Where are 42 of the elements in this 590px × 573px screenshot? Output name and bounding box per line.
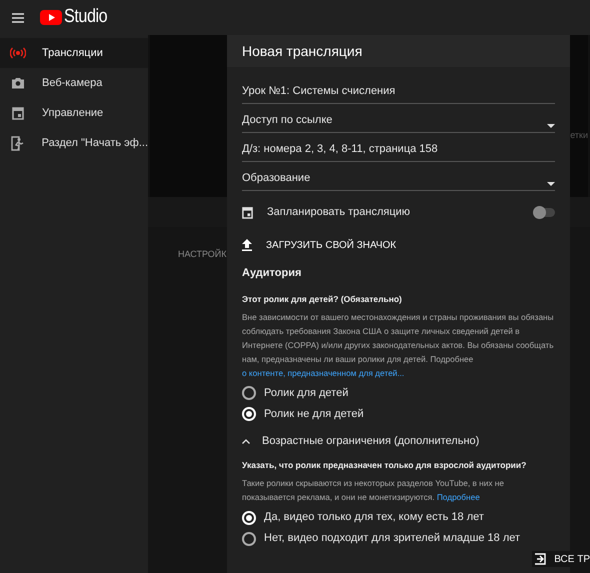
schedule-label: Запланировать трансляцию: [267, 204, 412, 220]
input-field[interactable]: Д/з: номера 2, 3, 4, 8-11, страница 158: [242, 133, 555, 162]
radio-label[interactable]: Ролик для детей: [264, 384, 348, 401]
radio-label[interactable]: Нет, видео подходит для зрителей младше 18 лет: [264, 530, 520, 547]
sidebar-item[interactable]: Веб-камера: [0, 68, 148, 98]
upload-thumbnail-button[interactable]: ЗАГРУЗИТЬ СВОЙ ЗНАЧОК: [242, 229, 555, 261]
logo-text: Studio: [64, 5, 108, 30]
chevron-up-icon: [242, 438, 250, 444]
learn-more-link[interactable]: о контенте, предназначенном для детей...: [242, 368, 404, 378]
dialog-title: Новая трансляция: [242, 42, 362, 61]
age-restriction-toggle[interactable]: Возрастные ограничения (дополнительно): [242, 430, 555, 452]
input-field[interactable]: Урок №1: Системы счисления: [242, 75, 555, 104]
dropdown-arrow-icon: [547, 124, 555, 128]
radio-label[interactable]: Да, видео только для тех, кому есть 18 лет: [264, 509, 484, 526]
sidebar-item[interactable]: Управление: [0, 98, 148, 128]
toggle-switch[interactable]: [533, 208, 555, 216]
calendar-icon: [242, 206, 253, 218]
question-text: Этот ролик для детей? (Обязательно): [242, 292, 403, 306]
tab-label[interactable]: НАСТРОЙК: [178, 249, 227, 259]
side-label: етки: [570, 129, 588, 142]
exit-arrow-icon: [534, 553, 546, 565]
play-logo-icon: [40, 10, 62, 25]
info-paragraph: Такие ролики скрываются из некоторых разделов YouTube, в них не показывается реклама, и они не монетизируются. Подробнее: [242, 477, 506, 504]
dropdown[interactable]: Образование: [242, 162, 555, 191]
broadcast-icon: [10, 47, 26, 59]
upload-icon: [242, 239, 252, 251]
question-text: Указать, что ролик предназначен только для взрослой аудитории?: [242, 459, 528, 472]
section-title: Аудитория: [242, 266, 302, 281]
learn-more-link[interactable]: Подробнее: [436, 492, 480, 502]
radio-label[interactable]: Ролик не для детей: [264, 406, 364, 422]
sidebar-item[interactable]: Трансляции: [0, 38, 148, 68]
radio-button[interactable]: [242, 386, 256, 400]
info-paragraph: Вне зависимости от вашего местонахождения и страны проживания вы обязаны соблюдать требования Закона США о защите личных сведений детей в Интернете (COPPA) и/или других законодательных актов. Вы обязаны сообщать нам, предназначены ли ваши ролики для детей. Подробнее о контенте, предназначенном для детей...: [242, 311, 555, 380]
sidebar-item[interactable]: Раздел "Начать эф...: [0, 128, 148, 158]
all-streams-button[interactable]: ВСЕ ТР: [532, 551, 590, 567]
dropdown[interactable]: Доступ по ссылке: [242, 104, 555, 133]
calendar-icon: [12, 106, 24, 120]
dropdown-arrow-icon: [547, 182, 555, 186]
camera-icon: [11, 77, 25, 89]
radio-button[interactable]: [242, 532, 256, 546]
menu-icon[interactable]: [12, 12, 24, 22]
figure-door-icon: [11, 136, 24, 150]
